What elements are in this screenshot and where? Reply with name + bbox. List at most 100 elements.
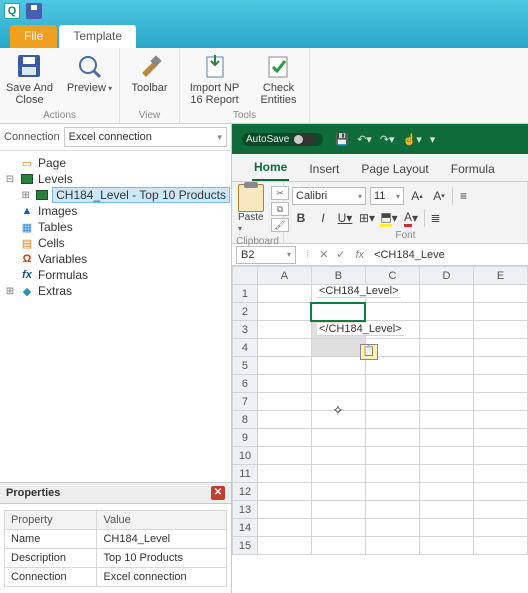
variables-icon: Ω bbox=[19, 252, 35, 266]
excel-tab-home[interactable]: Home bbox=[252, 154, 289, 181]
main-tabstrip: File Template bbox=[0, 22, 528, 48]
row-header[interactable]: 5 bbox=[233, 357, 258, 375]
font-color-button[interactable]: A▾ bbox=[402, 209, 420, 227]
paste-icon bbox=[238, 184, 264, 212]
decrease-font-button[interactable]: A▾ bbox=[430, 187, 448, 205]
cell-b2[interactable] bbox=[311, 303, 365, 321]
connection-select[interactable]: Excel connection bbox=[64, 127, 227, 147]
fx-enter-icon[interactable]: ✓ bbox=[332, 248, 349, 261]
bold-button[interactable]: B bbox=[292, 209, 310, 227]
level-item-icon bbox=[35, 188, 50, 202]
preview-icon bbox=[74, 52, 106, 80]
row-header[interactable]: 15 bbox=[233, 537, 258, 555]
row-header[interactable]: 4 bbox=[233, 339, 258, 357]
row-header[interactable]: 14 bbox=[233, 519, 258, 537]
tree-node-formulas[interactable]: fxFormulas bbox=[4, 267, 229, 283]
row-header[interactable]: 11 bbox=[233, 465, 258, 483]
properties-close-icon[interactable]: ✕ bbox=[211, 486, 225, 500]
excel-redo-icon[interactable]: ↷▾ bbox=[380, 133, 395, 146]
page-icon: ▭ bbox=[19, 156, 35, 170]
tab-file[interactable]: File bbox=[10, 25, 57, 48]
template-tree[interactable]: ▭Page Levels CH184_Level - Top 10 Produc… bbox=[0, 151, 231, 482]
name-box[interactable]: B2 bbox=[236, 246, 296, 264]
autosave-toggle[interactable]: AutoSave bbox=[242, 133, 323, 146]
tree-node-extras[interactable]: ◆Extras bbox=[4, 283, 229, 299]
tree-node-variables[interactable]: ΩVariables bbox=[4, 251, 229, 267]
tree-node-level-item[interactable]: CH184_Level - Top 10 Products bbox=[20, 187, 229, 203]
italic-button[interactable]: I bbox=[314, 209, 332, 227]
underline-button[interactable]: U▾ bbox=[336, 209, 354, 227]
row-header[interactable]: 7 bbox=[233, 393, 258, 411]
check-entities-button[interactable]: Check Entities bbox=[253, 52, 305, 109]
toolbar-icon bbox=[134, 52, 166, 80]
select-all-corner[interactable] bbox=[233, 267, 258, 285]
props-col-property: Property bbox=[5, 511, 97, 530]
row-header[interactable]: 2 bbox=[233, 303, 258, 321]
font-size-select[interactable]: 11 bbox=[370, 187, 404, 205]
paste-options-icon[interactable]: 📋 bbox=[360, 344, 378, 360]
col-header[interactable]: E bbox=[474, 267, 528, 285]
font-name-select[interactable]: Calibri bbox=[292, 187, 366, 205]
row-header[interactable]: 10 bbox=[233, 447, 258, 465]
toolbar-button[interactable]: Toolbar bbox=[124, 52, 176, 109]
excel-touch-icon[interactable]: ☝▾ bbox=[403, 133, 422, 146]
preview-button[interactable]: Preview bbox=[64, 52, 116, 109]
row-header[interactable]: 8 bbox=[233, 411, 258, 429]
table-row[interactable]: NameCH184_Level bbox=[5, 530, 227, 549]
row-header[interactable]: 6 bbox=[233, 375, 258, 393]
excel-tab-insert[interactable]: Insert bbox=[307, 156, 341, 181]
import-np-button[interactable]: Import NP 16 Report bbox=[185, 52, 245, 109]
save-and-close-button[interactable]: Save And Close bbox=[4, 52, 56, 109]
row-header[interactable]: 1 bbox=[233, 285, 258, 303]
formulas-icon: fx bbox=[19, 268, 35, 282]
props-col-value: Value bbox=[97, 511, 227, 530]
align-group-icon[interactable]: ≡ bbox=[452, 187, 470, 205]
row-header[interactable]: 13 bbox=[233, 501, 258, 519]
tree-node-tables[interactable]: ▦Tables bbox=[4, 219, 229, 235]
excel-ribbon: Paste ✂ ⧉ 🖌 Clipboard Calibri 11 A▴ A▾ ≡ bbox=[232, 182, 528, 244]
quick-access-bar: Q bbox=[0, 0, 528, 22]
cells-icon: ▤ bbox=[19, 236, 35, 250]
cell-b4[interactable] bbox=[311, 339, 365, 357]
col-header[interactable]: C bbox=[365, 267, 419, 285]
check-icon bbox=[263, 52, 295, 80]
increase-font-button[interactable]: A▴ bbox=[408, 187, 426, 205]
preview-label: Preview bbox=[67, 82, 112, 94]
excel-tab-page-layout[interactable]: Page Layout bbox=[359, 156, 430, 181]
formula-input[interactable]: <CH184_Leve bbox=[370, 249, 528, 261]
app-logo-icon[interactable]: Q bbox=[4, 3, 20, 19]
tree-node-images[interactable]: ▲Images bbox=[4, 203, 229, 219]
align-group2-icon[interactable]: ≣ bbox=[424, 209, 442, 227]
properties-header: Properties ✕ bbox=[0, 482, 231, 504]
check-label: Check Entities bbox=[253, 82, 305, 106]
toolbar-label: Toolbar bbox=[131, 82, 167, 94]
extras-icon: ◆ bbox=[19, 284, 35, 298]
row-header[interactable]: 3 bbox=[233, 321, 258, 339]
table-row[interactable]: ConnectionExcel connection bbox=[5, 568, 227, 587]
spreadsheet-grid[interactable]: A B C D E 1 2 3 4 5 6 7 8 9 10 11 12 13 bbox=[232, 266, 528, 593]
col-header[interactable]: B bbox=[311, 267, 365, 285]
tree-node-levels[interactable]: Levels bbox=[4, 171, 229, 187]
excel-qat-more-icon[interactable]: ▾ bbox=[430, 133, 436, 146]
fx-icon[interactable]: fx bbox=[350, 249, 371, 261]
col-header[interactable]: D bbox=[419, 267, 473, 285]
tree-node-cells[interactable]: ▤Cells bbox=[4, 235, 229, 251]
tree-node-page[interactable]: ▭Page bbox=[4, 155, 229, 171]
save-close-label: Save And Close bbox=[4, 82, 56, 106]
borders-button[interactable]: ⊞▾ bbox=[358, 209, 376, 227]
col-header[interactable]: A bbox=[257, 267, 311, 285]
fx-cancel-icon[interactable]: ✕ bbox=[315, 248, 332, 261]
tab-template[interactable]: Template bbox=[59, 25, 136, 48]
paste-button[interactable]: Paste bbox=[238, 184, 264, 234]
row-header[interactable]: 9 bbox=[233, 429, 258, 447]
table-row[interactable]: DescriptionTop 10 Products bbox=[5, 549, 227, 568]
excel-undo-icon[interactable]: ↶▾ bbox=[357, 133, 372, 146]
excel-tab-formulas[interactable]: Formula bbox=[449, 156, 497, 181]
excel-embed: AutoSave 💾 ↶▾ ↷▾ ☝▾ ▾ Home Insert Page L… bbox=[232, 124, 528, 593]
save-icon[interactable] bbox=[26, 3, 42, 19]
fill-color-button[interactable]: ⬒▾ bbox=[380, 209, 398, 227]
left-panel: Connection Excel connection ▭Page Levels… bbox=[0, 124, 232, 593]
excel-save-icon[interactable]: 💾 bbox=[335, 133, 349, 146]
levels-icon bbox=[19, 172, 35, 186]
row-header[interactable]: 12 bbox=[233, 483, 258, 501]
